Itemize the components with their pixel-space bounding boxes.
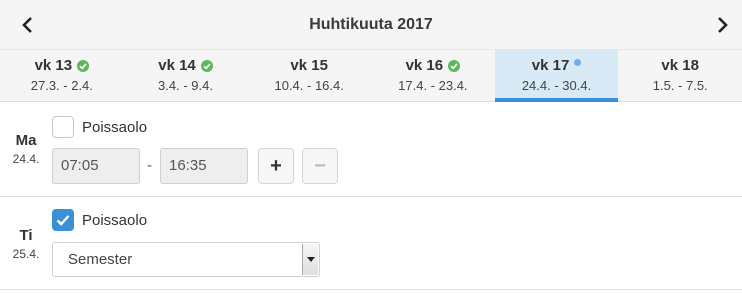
week-tab-17-current[interactable]: vk 17 24.4. - 30.4. <box>494 50 619 102</box>
absence-label: Poissaolo <box>82 211 148 229</box>
calendar-header: Huhtikuuta 2017 <box>0 0 742 50</box>
week-tab-14[interactable]: vk 14 3.4. - 9.4. <box>124 50 248 102</box>
absence-toggle: Poissaolo <box>52 209 147 231</box>
absence-toggle: Poissaolo <box>52 116 147 138</box>
week-tab-15[interactable]: vk 15 10.4. - 16.4. <box>247 50 371 102</box>
day-name: Ma <box>15 132 37 149</box>
next-month-button[interactable] <box>708 10 738 40</box>
week-tab-13[interactable]: vk 13 27.3. - 2.4. <box>0 50 124 102</box>
chevron-right-icon <box>718 17 728 33</box>
day-label: Ti 25.4. <box>6 227 46 261</box>
day-date: 25.4. <box>12 247 40 261</box>
week-label: vk 18 <box>661 57 699 74</box>
week-range: 10.4. - 16.4. <box>274 78 344 93</box>
remove-time-button[interactable]: − <box>302 148 338 184</box>
day-name: Ti <box>19 227 33 244</box>
week-label: vk 16 <box>405 57 444 74</box>
current-week-dot-icon <box>574 59 582 66</box>
week-label: vk 13 <box>34 57 73 74</box>
week-range: 17.4. - 23.4. <box>398 78 468 93</box>
month-title: Huhtikuuta 2017 <box>309 16 433 33</box>
week-tab-16[interactable]: vk 16 17.4. - 23.4. <box>371 50 495 102</box>
check-circle-icon <box>200 59 213 72</box>
check-circle-icon <box>77 59 90 72</box>
checkmark-icon <box>56 215 70 226</box>
week-range: 1.5. - 7.5. <box>652 78 708 93</box>
week-tab-18[interactable]: vk 18 1.5. - 7.5. <box>618 50 742 102</box>
absence-reason-value: Semester <box>68 251 133 268</box>
time-separator: - <box>147 157 152 174</box>
start-time-input[interactable]: 07:05 <box>52 148 140 184</box>
dropdown-arrow-icon <box>302 244 318 275</box>
week-range: 27.3. - 2.4. <box>30 78 93 93</box>
day-row-monday: Ma 24.4. Poissaolo 07:05 - 16:35 + − <box>0 103 742 197</box>
day-row-tuesday: Ti 25.4. Poissaolo Semester <box>0 198 742 290</box>
add-time-button[interactable]: + <box>258 148 294 184</box>
week-label: vk 14 <box>158 57 196 74</box>
week-range: 3.4. - 9.4. <box>158 78 213 93</box>
absence-checkbox[interactable] <box>52 116 74 138</box>
day-label: Ma 24.4. <box>6 132 46 166</box>
week-label: vk 17 <box>531 57 570 74</box>
week-tabs: vk 13 27.3. - 2.4. vk 14 3.4. - 9.4. vk … <box>0 50 742 102</box>
absence-reason-select[interactable]: Semester <box>52 242 320 277</box>
absence-label: Poissaolo <box>82 118 148 136</box>
week-label: vk 15 <box>290 57 328 74</box>
end-time-input[interactable]: 16:35 <box>160 148 248 184</box>
week-range: 24.4. - 30.4. <box>521 78 592 93</box>
check-circle-icon <box>448 59 461 72</box>
absence-checkbox[interactable] <box>52 209 74 231</box>
day-date: 24.4. <box>12 152 40 166</box>
